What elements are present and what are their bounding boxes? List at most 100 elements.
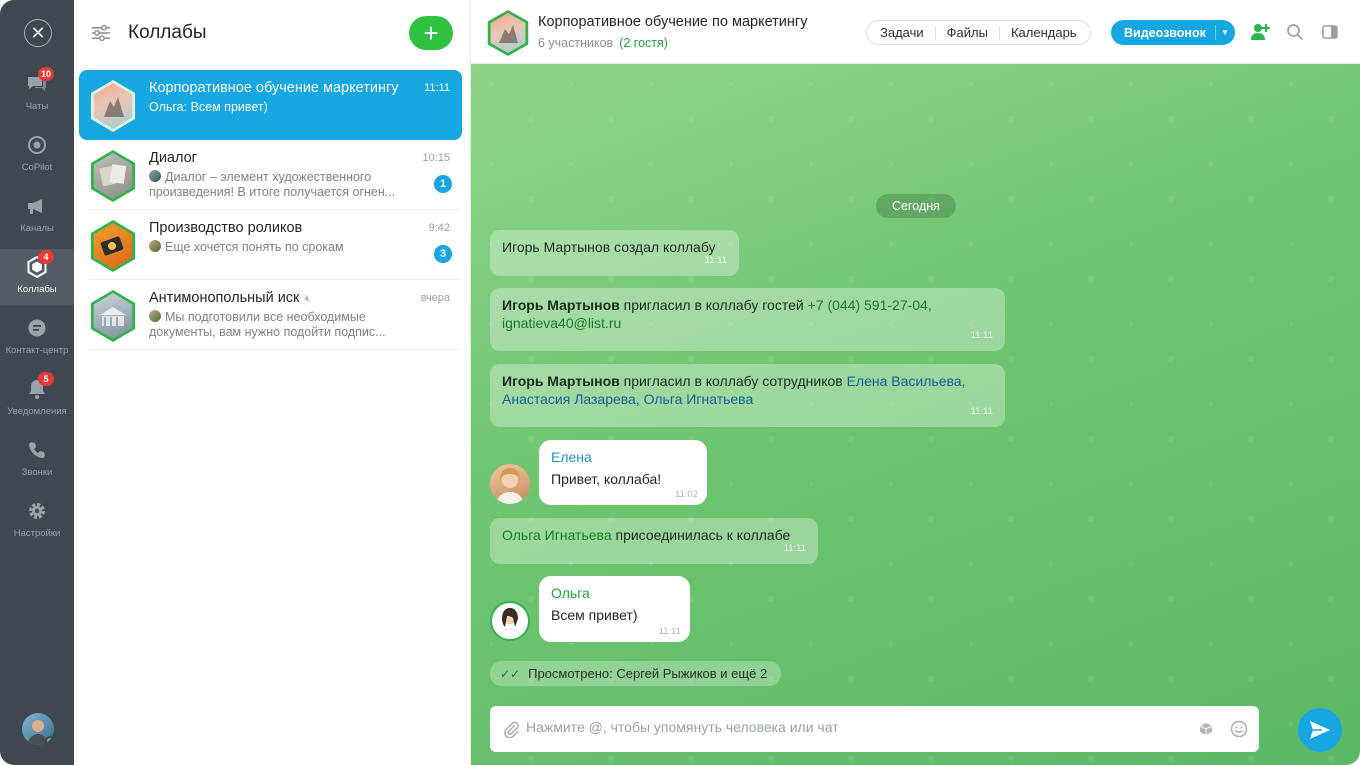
message-time: 11:11 [704, 255, 727, 266]
rail-item-copilot[interactable]: CoPilot [0, 127, 74, 183]
rail-label-calls: Звонки [21, 467, 53, 478]
chat-subtitle: 6 участников (2 гостя) [538, 36, 668, 50]
divider [89, 349, 460, 350]
chat-preview-text: Диалог – элемент художественного произве… [149, 170, 396, 199]
contact-center-icon [24, 316, 50, 340]
rail-item-contact-center[interactable]: Контакт-центр [0, 310, 74, 366]
date-divider: Сегодня [876, 194, 956, 218]
chat-avatar [90, 80, 136, 132]
rail-label-copilot: CoPilot [21, 162, 53, 173]
collabs-badge: 4 [38, 250, 54, 264]
message-bubble[interactable]: Елена Привет, коллаба! 11:02 [539, 440, 707, 505]
system-text: присоединилась к коллабе [611, 527, 791, 543]
system-message: Игорь Мартынов пригласил в коллабу сотру… [490, 364, 1005, 427]
list-header: Коллабы + [74, 0, 471, 64]
message-bubble[interactable]: Ольга Всем привет) 11:11 [539, 576, 690, 642]
system-actor[interactable]: Ольга Игнатьева [502, 527, 612, 543]
chat-avatar [90, 150, 136, 202]
emoji-icon[interactable] [1230, 720, 1248, 738]
rail-item-channels[interactable]: Каналы [0, 188, 74, 244]
system-actor[interactable]: Игорь Мартынов [502, 297, 620, 313]
employee-link[interactable]: Ольга Игнатьева [644, 391, 754, 407]
avatar[interactable] [490, 601, 530, 641]
message-author[interactable]: Ольга [551, 584, 678, 602]
copilot-icon [24, 133, 50, 157]
unread-badge: 3 [434, 245, 452, 263]
chat-avatar [90, 290, 136, 342]
chat-header: Корпоративное обучение по маркетингу 6 у… [471, 0, 1360, 64]
muted-icon: 🔇︎ [304, 293, 312, 305]
chat-time: 11:11 [424, 82, 450, 94]
panel-toggle-icon[interactable] [1320, 22, 1340, 42]
paperclip-icon[interactable] [502, 720, 520, 739]
add-user-icon[interactable] [1250, 22, 1270, 42]
tab-tasks[interactable]: Задачи [869, 25, 936, 40]
message-time: 11:11 [970, 406, 993, 417]
chat-time: 9:42 [428, 222, 450, 234]
close-icon[interactable]: ✕ [24, 19, 52, 47]
chat-name: Диалог [149, 150, 197, 166]
rail-item-collabs[interactable]: 4 Коллабы [0, 249, 74, 305]
hexagon-icon: 4 [24, 250, 54, 279]
guest-phone-link[interactable]: +7 (044) 591-27-04, [808, 297, 932, 313]
system-text: пригласил в коллабу гостей [619, 297, 808, 313]
message-text: Привет, коллаба! [551, 471, 662, 487]
chat-messages-area[interactable]: Сегодня Игорь Мартынов создал коллабу 11… [471, 64, 1360, 765]
rail-item-settings[interactable]: Настройки [0, 493, 74, 549]
collab-avatar[interactable] [487, 10, 529, 56]
chat-item[interactable]: Диалог 10:15 Диалог – элемент художестве… [79, 140, 462, 210]
rail-item-calls[interactable]: Звонки [0, 432, 74, 488]
tab-files[interactable]: Файлы [936, 25, 1000, 40]
chat-preview-text: Мы подготовили все необходимые документы… [149, 310, 386, 339]
guests-count[interactable]: (2 гостя) [619, 36, 668, 50]
chat-preview-text: Еще хочется понять по срокам [165, 240, 344, 254]
rail-item-chats[interactable]: 10 Чаты [0, 66, 74, 122]
seen-by-indicator[interactable]: ✓✓ Просмотрено: Сергей Рыжиков и ещё 2 [490, 661, 782, 686]
system-text: пригласил в коллабу сотрудников [619, 373, 847, 389]
chat-item[interactable]: Корпоративное обучение маркетингу 11:11 … [79, 70, 462, 140]
chat-item[interactable]: Антимонопольный иск 🔇︎ вчера Мы подготови… [79, 280, 462, 350]
message-time: 11:11 [658, 626, 681, 637]
cube-icon[interactable] [1199, 722, 1213, 736]
sender-avatar [149, 240, 161, 252]
bell-icon: 5 [24, 372, 54, 401]
send-button[interactable] [1298, 708, 1342, 752]
send-icon [1310, 721, 1330, 739]
chats-badge: 10 [38, 67, 55, 81]
chat-preview: Ольга: Всем привет) [149, 100, 268, 114]
guest-email-link[interactable]: ignatieva40@list.ru [502, 315, 621, 331]
add-collab-button[interactable]: + [409, 16, 453, 50]
rail-label-chats: Чаты [25, 101, 49, 112]
employee-link[interactable]: Анастасия Лазарева, [502, 391, 640, 407]
message-author[interactable]: Елена [551, 448, 695, 466]
collabs-list-panel: Коллабы + Корпоративное обучение маркети… [74, 0, 471, 765]
video-call-button[interactable]: Видеозвонок ▼ [1111, 20, 1235, 45]
rail-label-notifications: Уведомления [7, 406, 67, 417]
notifications-badge: 5 [38, 372, 54, 386]
chat-item[interactable]: Производство роликов 9:42 Еще хочется по… [79, 210, 462, 280]
system-actor[interactable]: Игорь Мартынов [502, 239, 610, 255]
chat-time: 10:15 [422, 152, 450, 164]
seen-by-text: Просмотрено: Сергей Рыжиков и ещё 2 [528, 666, 768, 681]
chevron-down-icon[interactable]: ▼ [1215, 25, 1229, 40]
system-message: Ольга Игнатьева присоединилась к коллабе… [490, 518, 818, 564]
employee-link[interactable]: Елена Васильева, [847, 373, 966, 389]
chats-icon: 10 [24, 67, 55, 96]
message-text: Всем привет) [551, 607, 638, 623]
message-composer [490, 706, 1259, 752]
participants-count[interactable]: 6 участников [538, 36, 613, 50]
system-actor[interactable]: Игорь Мартынов [502, 373, 620, 389]
rail-label-channels: Каналы [20, 223, 54, 234]
rail-item-notifications[interactable]: 5 Уведомления [0, 371, 74, 427]
chat-name: Корпоративное обучение маркетингу [149, 80, 399, 96]
avatar[interactable] [490, 464, 530, 504]
filter-icon[interactable] [90, 22, 112, 44]
message-time: 11:11 [783, 543, 806, 554]
phone-icon [24, 438, 50, 462]
app-rail: ✕ 10 Чаты CoPilot Каналы 4 Коллабы Конта… [0, 0, 74, 765]
user-avatar[interactable] [22, 713, 54, 745]
chat-name: Антимонопольный иск 🔇︎ [149, 290, 311, 306]
tab-calendar[interactable]: Календарь [1000, 25, 1088, 40]
search-icon[interactable] [1285, 22, 1305, 42]
message-input[interactable] [526, 719, 1206, 735]
